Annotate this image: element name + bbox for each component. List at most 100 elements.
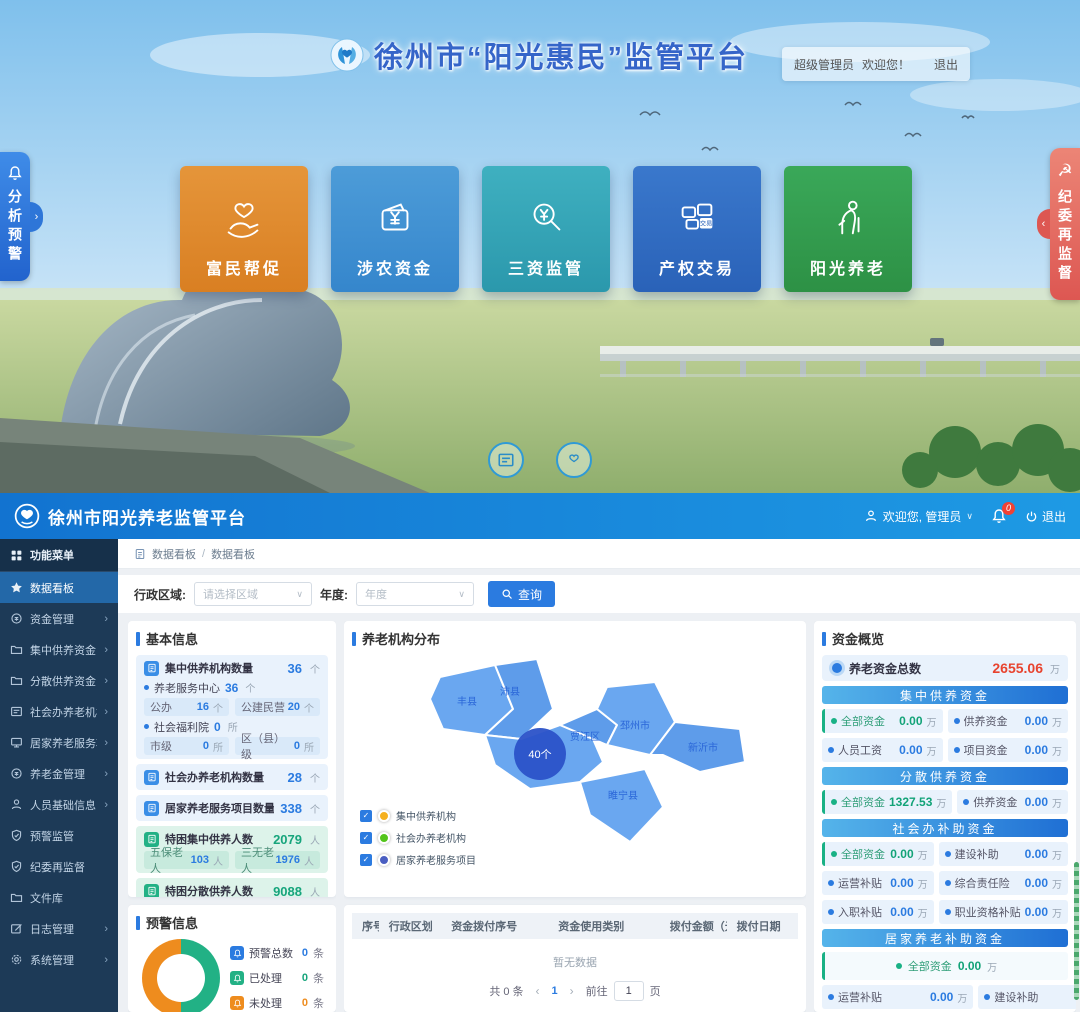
scrollbar-thumb[interactable]	[1074, 862, 1079, 1000]
goto-label: 前往	[586, 983, 608, 999]
checkbox-checked[interactable]: ✓	[360, 854, 372, 866]
cluster-bubble-count: 40个	[528, 748, 551, 761]
dashboard-content: 基本信息 集中供养机构数量 36 个 养老服务中心36个	[118, 613, 1080, 1012]
analysis-warning-tab[interactable]: 分析预警 ›	[0, 152, 30, 281]
coin-icon	[10, 767, 23, 780]
sidebar-item-personnel-info[interactable]: 人员基础信息 ›	[0, 789, 118, 820]
portal-hero: 徐州市“阳光惠民”监管平台 超级管理员 欢迎您！ 退出 分析预警 › ☭ 纪委再…	[0, 0, 1080, 493]
id-card-fab-button[interactable]	[488, 442, 524, 478]
sidebar-item-label: 日志管理	[30, 921, 97, 937]
logout-button[interactable]: 退出	[1025, 508, 1066, 525]
search-yuan-icon	[523, 195, 569, 241]
prev-page-button[interactable]: ‹	[536, 984, 540, 998]
map-legend: ✓ 集中供养机构 ✓ 社会办养老机构 ✓	[360, 808, 476, 867]
folder-icon	[10, 674, 23, 687]
sidebar-item-data-board[interactable]: 数据看板	[0, 572, 118, 603]
notification-badge: 0	[1002, 502, 1015, 515]
doc-icon	[144, 801, 159, 816]
tile-fumin-bangcu[interactable]: 富民帮促	[180, 166, 308, 292]
stat-cell: 区（县）级0所	[235, 737, 320, 755]
analysis-warning-label: 分析预警	[5, 189, 25, 265]
col-header: 资金拨付序号	[441, 918, 548, 934]
breadcrumb-parent[interactable]: 数据看板	[152, 546, 196, 562]
region-label: 沛县	[500, 685, 520, 698]
shield-icon	[10, 829, 23, 842]
legend-social[interactable]: ✓ 社会办养老机构	[360, 830, 476, 845]
dashboard-header: 徐州市阳光养老监管平台 欢迎您, 管理员 ∨ 0 退出	[0, 493, 1080, 539]
notification-bell-button[interactable]: 0	[991, 508, 1007, 524]
sidebar-item-warning-supervision[interactable]: 预警监管	[0, 820, 118, 851]
fund-full-item: 全部资金0.00万	[822, 952, 1068, 980]
filter-bar: 行政区域: 请选择区域 ∨ 年度: 年度 ∨ 查询	[118, 575, 1080, 613]
sidebar-item-system-mgmt[interactable]: 系统管理 ›	[0, 944, 118, 975]
fund-overview-panel: 资金概览 养老资金总数 2655.06 万 集中供养资金 全部资金0.00万 供…	[814, 621, 1076, 1012]
portal-logout-link[interactable]: 退出	[934, 56, 958, 73]
legend-home-care[interactable]: ✓ 居家养老服务项目	[360, 852, 476, 867]
legend-centralized[interactable]: ✓ 集中供养机构	[360, 808, 476, 823]
dashboard-app: 徐州市阳光养老监管平台 欢迎您, 管理员 ∨ 0 退出	[0, 493, 1080, 1012]
portal-logo-icon	[330, 38, 364, 72]
query-button[interactable]: 查询	[488, 581, 555, 607]
social-institutions-card: 社会办养老机构数量 28 个	[136, 764, 328, 790]
sidebar-item-fund-mgmt[interactable]: 资金管理 ›	[0, 603, 118, 634]
year-select-placeholder: 年度	[365, 586, 387, 602]
sidebar-item-log-mgmt[interactable]: 日志管理 ›	[0, 913, 118, 944]
logout-label: 退出	[1042, 508, 1066, 525]
sidebar-item-discipline-resupervision[interactable]: 纪委再监督	[0, 851, 118, 882]
sidebar-item-label: 预警监管	[30, 828, 108, 844]
sidebar-item-social-institutions[interactable]: 社会办养老机构 ›	[0, 696, 118, 727]
region-select[interactable]: 请选择区域 ∨	[194, 582, 312, 606]
checkbox-checked[interactable]: ✓	[360, 810, 372, 822]
region-label: 睢宁县	[608, 789, 638, 802]
region-label: 贾汪区	[570, 731, 600, 743]
portal-tiles: 富民帮促 涉农资金 三资监管 交易	[180, 166, 912, 292]
tile-shenong-zijin[interactable]: 涉农资金	[331, 166, 459, 292]
tile-yangguang-yanglao[interactable]: 阳光养老	[784, 166, 912, 292]
sidebar-item-pension-mgmt[interactable]: 养老金管理 ›	[0, 758, 118, 789]
tile-label: 涉农资金	[357, 255, 433, 279]
sidebar-item-label: 养老金管理	[30, 766, 97, 782]
current-page-button[interactable]: 1	[552, 985, 558, 997]
goto-unit-label: 页	[650, 983, 661, 999]
fund-section-header: 社会办补助资金	[822, 819, 1068, 837]
tile-sanzi-jianguan[interactable]: 三资监管	[482, 166, 610, 292]
edit-icon	[10, 922, 23, 935]
table-header-row: 序号 行政区划 资金拨付序号 资金使用类别 拨付金额（元） 拨付日期	[352, 913, 798, 939]
green-marker-icon	[378, 832, 390, 844]
sidebar-item-label: 集中供养资金	[30, 642, 97, 658]
sidebar-menu-header: 功能菜单	[0, 539, 118, 572]
sidebar-item-home-care-projects[interactable]: 居家养老服务项目 ›	[0, 727, 118, 758]
sidebar-item-decentralized-fund[interactable]: 分散供养资金 ›	[0, 665, 118, 696]
discipline-supervision-tab[interactable]: ☭ 纪委再监督 ‹	[1050, 148, 1080, 300]
grid-icon	[10, 549, 23, 562]
breadcrumb-current: 数据看板	[211, 546, 255, 562]
table-empty-text: 暂无数据	[352, 939, 798, 981]
tile-label: 富民帮促	[206, 255, 282, 279]
sidebar-item-file-library[interactable]: 文件库	[0, 882, 118, 913]
header-actions: 欢迎您, 管理员 ∨ 0 退出	[864, 508, 1066, 525]
year-filter-label: 年度:	[320, 586, 348, 603]
bell-icon	[230, 946, 244, 960]
user-menu[interactable]: 欢迎您, 管理员 ∨	[864, 508, 973, 525]
bell-icon	[230, 996, 244, 1010]
tile-label: 阳光养老	[810, 255, 886, 279]
care-heart-fab-button[interactable]	[556, 442, 592, 478]
shield-icon	[10, 860, 23, 873]
tile-chanquan-jiaoyi[interactable]: 交易 产权交易	[633, 166, 761, 292]
submenu-arrow-icon: ›	[104, 737, 108, 749]
col-header: 拨付金额（元）	[660, 918, 727, 934]
goto-page-input[interactable]	[614, 981, 644, 1001]
fund-item: 综合责任险0.00万	[939, 871, 1068, 895]
portal-title: 徐州市“阳光惠民”监管平台	[374, 34, 748, 76]
fund-item: 项目资金0.00万	[948, 738, 1069, 762]
sidebar-item-centralized-fund[interactable]: 集中供养资金 ›	[0, 634, 118, 665]
submenu-arrow-icon: ›	[104, 644, 108, 656]
next-page-button[interactable]: ›	[570, 984, 574, 998]
chevron-down-icon: ∨	[296, 589, 303, 600]
sidebar-item-label: 分散供养资金	[30, 673, 97, 689]
panel-title: 资金概览	[822, 629, 1068, 648]
year-select[interactable]: 年度 ∨	[356, 582, 474, 606]
doc-icon	[144, 770, 159, 785]
stat-cell: 五保老人103人	[144, 851, 229, 869]
checkbox-checked[interactable]: ✓	[360, 832, 372, 844]
